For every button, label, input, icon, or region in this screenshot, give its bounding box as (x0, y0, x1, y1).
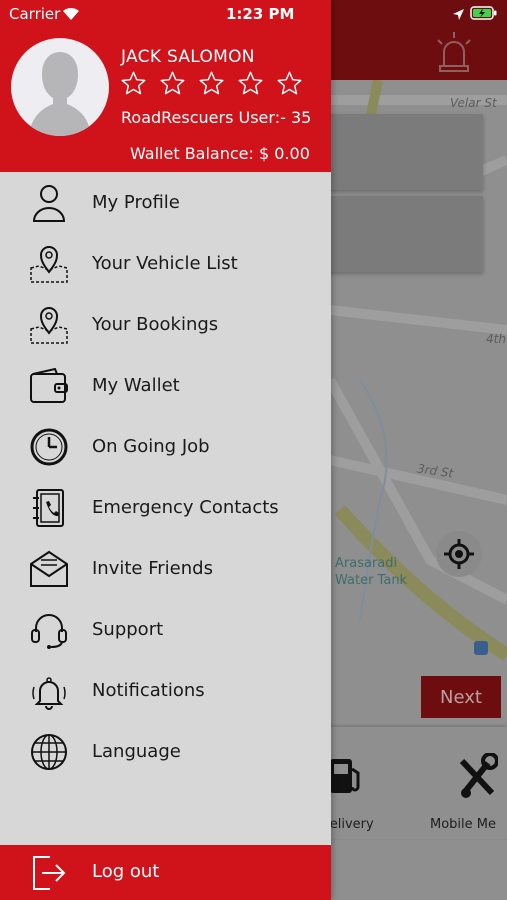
envelope-icon (28, 548, 70, 590)
carrier-label: Carrier (9, 5, 61, 23)
service-selector[interactable]: l Delivery Mobile Me (300, 727, 507, 839)
star-icon[interactable] (276, 70, 303, 97)
menu-item-bookings[interactable]: Your Bookings (0, 294, 331, 355)
star-icon[interactable] (120, 70, 147, 97)
map-label-velar-st: Velar St (450, 96, 497, 110)
bus-stop-icon (474, 641, 488, 655)
logout-icon (28, 853, 70, 893)
menu-label: Your Vehicle List (92, 253, 238, 274)
map-pin-icon (28, 304, 70, 346)
globe-icon (28, 731, 70, 773)
fuel-pump-icon (328, 755, 364, 799)
menu-item-emergency-contacts[interactable]: Emergency Contacts (0, 477, 331, 538)
menu-item-notifications[interactable]: Notifications (0, 660, 331, 721)
star-icon[interactable] (159, 70, 186, 97)
service-label-mobile-mechanic: Mobile Me (430, 817, 496, 832)
menu-label: Your Bookings (92, 314, 219, 335)
menu-item-invite-friends[interactable]: Invite Friends (0, 538, 331, 599)
battery-charging-icon (470, 6, 498, 24)
menu-label: My Wallet (92, 375, 180, 396)
bell-icon (28, 670, 70, 712)
map-label-4th: 4th (486, 332, 506, 346)
locate-me-button[interactable] (436, 531, 482, 577)
menu-item-my-wallet[interactable]: My Wallet (0, 355, 331, 416)
menu-label: Support (92, 619, 164, 640)
user-icon (28, 182, 70, 224)
wallet-icon (28, 365, 70, 407)
logout-button[interactable]: Log out (0, 845, 331, 900)
user-id-label: RoadRescuers User:- 35 (121, 108, 312, 127)
headset-icon (28, 609, 70, 651)
map-label-water-tank: Arasaradi Water Tank (335, 556, 408, 588)
star-icon[interactable] (237, 70, 264, 97)
avatar[interactable] (11, 38, 109, 136)
menu-label: Invite Friends (92, 558, 213, 579)
crosshair-icon (444, 539, 474, 569)
status-time: 1:23 PM (226, 5, 295, 23)
menu-item-support[interactable]: Support (0, 599, 331, 660)
side-drawer: JACK SALOMON RoadRescuers User:- 35 Wall… (0, 0, 331, 900)
menu-label: Emergency Contacts (92, 497, 279, 518)
next-button[interactable]: Next (421, 676, 501, 718)
wallet-balance-label: Wallet Balance: $ 0.00 (130, 144, 310, 163)
logout-label: Log out (92, 861, 160, 882)
star-icon[interactable] (198, 70, 225, 97)
user-name: JACK SALOMON (121, 47, 255, 67)
emergency-alarm-icon[interactable] (432, 30, 476, 74)
menu-item-language[interactable]: Language (0, 721, 331, 782)
clock-icon (28, 426, 70, 468)
wifi-icon (61, 5, 81, 25)
wrench-icon (458, 752, 499, 803)
status-bar: Carrier 1:23 PM (0, 0, 507, 28)
address-book-icon (28, 487, 70, 529)
menu-label: Language (92, 741, 181, 762)
menu-item-my-profile[interactable]: My Profile (0, 172, 331, 233)
menu-label: Notifications (92, 680, 205, 701)
menu-label: On Going Job (92, 436, 210, 457)
location-arrow-icon (452, 7, 465, 25)
menu-label: My Profile (92, 192, 180, 213)
menu-item-ongoing-job[interactable]: On Going Job (0, 416, 331, 477)
menu-item-vehicle-list[interactable]: Your Vehicle List (0, 233, 331, 294)
rating-stars (120, 70, 303, 97)
map-pin-icon (28, 243, 70, 285)
user-silhouette-icon (29, 52, 91, 136)
